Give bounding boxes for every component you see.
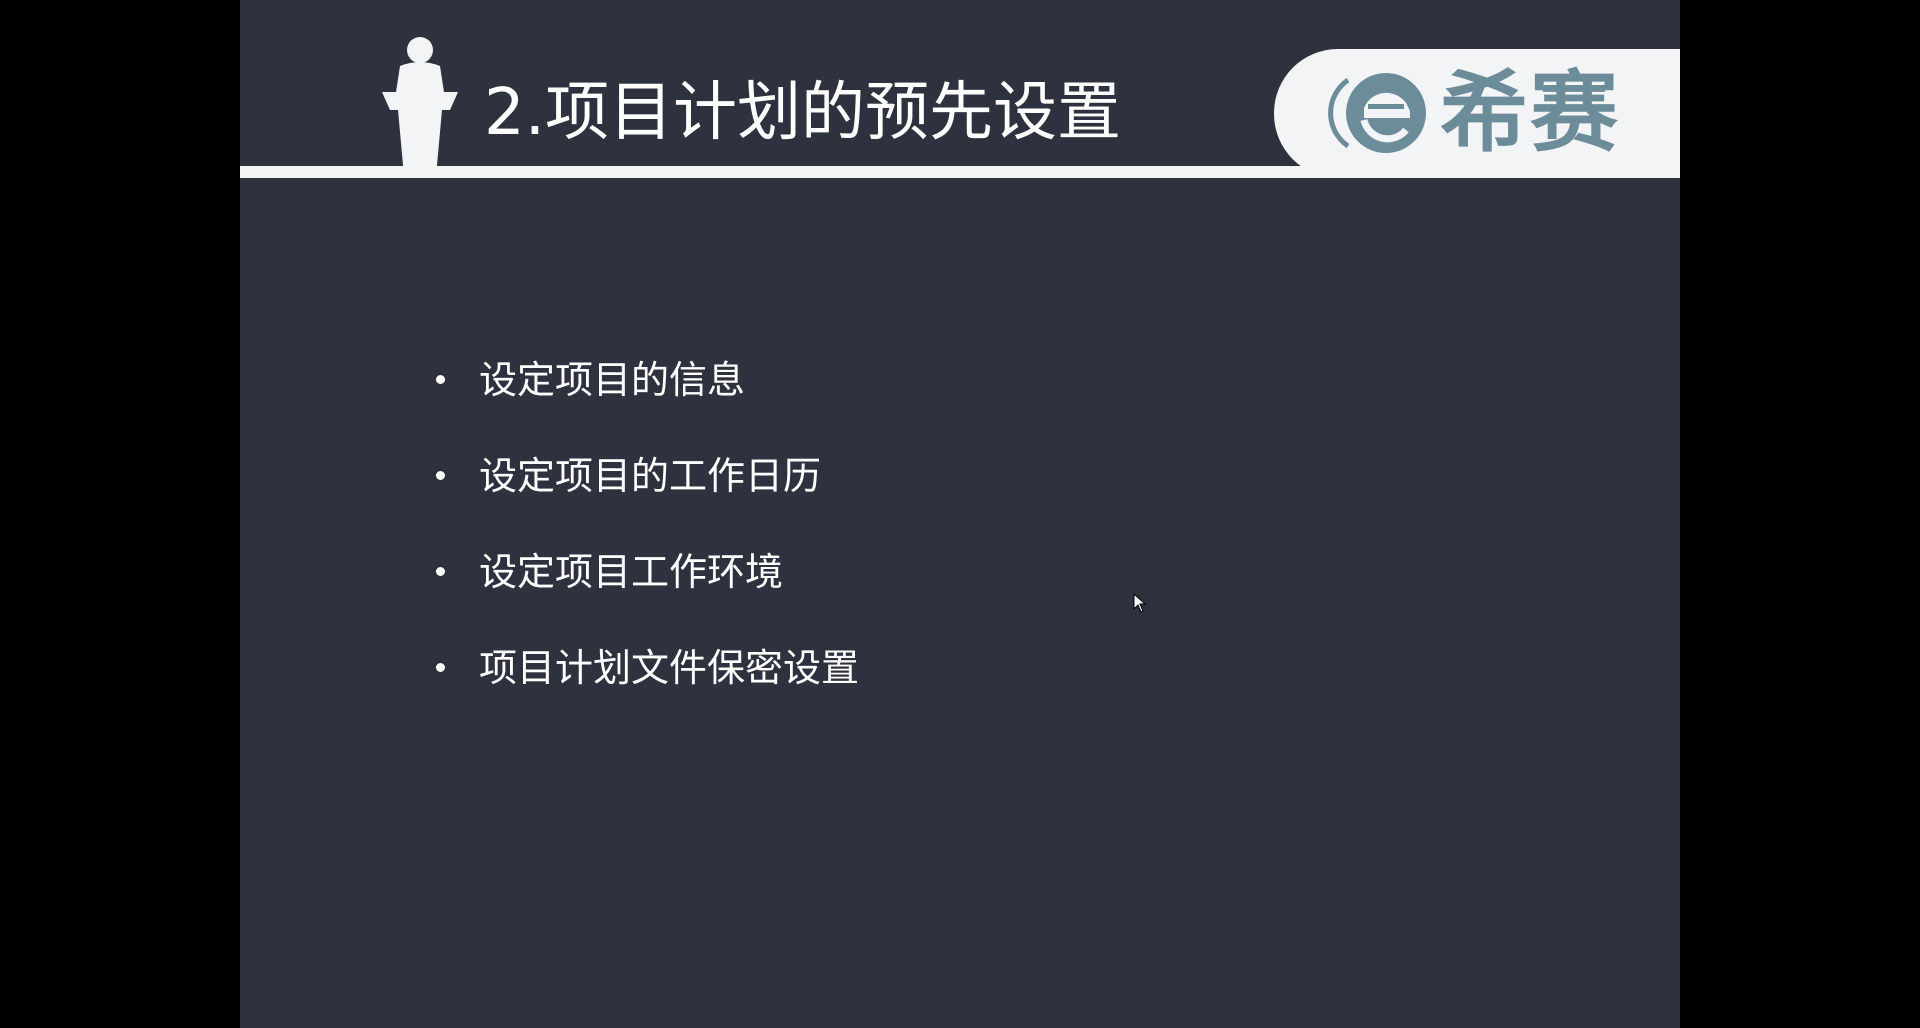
screen: 希赛 2.项目计划的预先设置 设定项目的信息 设定项目的工作日历 设定项目工作环… — [0, 0, 1920, 1028]
e-logo-icon — [1328, 73, 1426, 153]
bullet-list: 设定项目的信息 设定项目的工作日历 设定项目工作环境 项目计划文件保密设置 — [436, 332, 859, 716]
bullet-item: 设定项目工作环境 — [436, 524, 859, 620]
bullet-text: 项目计划文件保密设置 — [479, 646, 860, 690]
bullet-dot-icon — [436, 471, 445, 480]
bullet-item: 设定项目的信息 — [436, 332, 859, 428]
mouse-cursor-icon — [1133, 593, 1147, 613]
bullet-dot-icon — [436, 567, 445, 576]
bullet-dot-icon — [436, 375, 445, 384]
bullet-text: 设定项目的信息 — [479, 358, 746, 402]
bullet-dot-icon — [436, 663, 445, 672]
bullet-text: 设定项目的工作日历 — [479, 454, 822, 498]
bullet-item: 设定项目的工作日历 — [436, 428, 859, 524]
slide-title: 2.项目计划的预先设置 — [484, 76, 1122, 150]
logo-text: 希赛 — [1440, 61, 1621, 164]
bullet-item: 项目计划文件保密设置 — [436, 620, 859, 716]
speaker-podium-icon — [382, 37, 458, 176]
presentation-slide[interactable]: 希赛 2.项目计划的预先设置 设定项目的信息 设定项目的工作日历 设定项目工作环… — [240, 0, 1680, 1028]
bullet-text: 设定项目工作环境 — [479, 550, 784, 594]
